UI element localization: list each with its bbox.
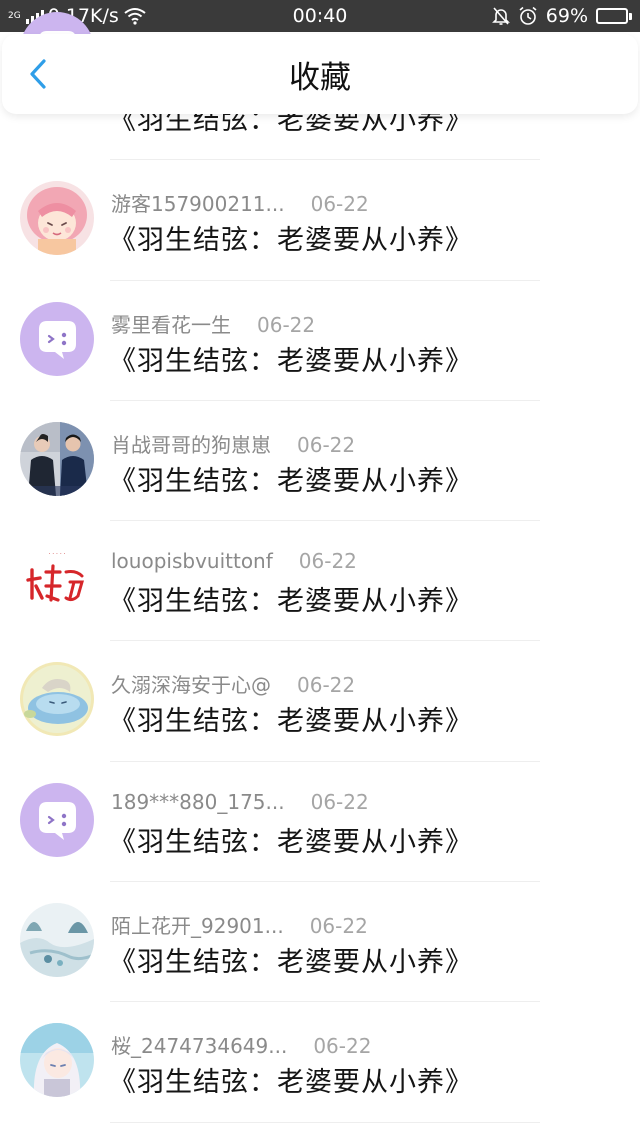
- nav-header: 收藏: [2, 34, 638, 114]
- clock: 00:40: [292, 5, 348, 27]
- username[interactable]: 陌上花开_92901...: [111, 910, 284, 939]
- date: 06-22: [310, 789, 369, 814]
- date: 06-22: [313, 1034, 372, 1059]
- list-item[interactable]: 189***880_175... 06-22 《羽生结弦：老婆要从小养》: [0, 762, 640, 883]
- list-item[interactable]: 肖战哥哥的狗崽崽 06-22 《羽生结弦：老婆要从小养》: [0, 401, 640, 522]
- work-title[interactable]: 《羽生结弦：老婆要从小养》: [109, 1060, 473, 1099]
- list-item[interactable]: · · · · · louopisbvuittonf 06-22 《羽生结弦：老婆要…: [0, 521, 640, 642]
- page-title: 收藏: [289, 59, 351, 96]
- list-item[interactable]: 久溺深海安于心@ 06-22 《羽生结弦：老婆要从小养》: [0, 641, 640, 762]
- work-title[interactable]: 《羽生结弦：老婆要从小养》: [109, 579, 473, 618]
- avatar[interactable]: [20, 301, 94, 376]
- work-title[interactable]: 《羽生结弦：老婆要从小养》: [109, 459, 473, 498]
- avatar[interactable]: [20, 181, 94, 256]
- favorites-list: 《羽生结弦：老婆要从小养》 游客157900211... 06-22 《羽生结弦：老…: [0, 12, 640, 1123]
- avatar[interactable]: [20, 662, 94, 737]
- username[interactable]: 久溺深海安于心@: [111, 669, 271, 698]
- svg-text:· · · · ·: · · · · ·: [48, 551, 65, 558]
- status-bar: 2G 0.17K/s 00:40 69%: [0, 0, 640, 32]
- date: 06-22: [309, 914, 368, 939]
- avatar[interactable]: [20, 1023, 94, 1098]
- username[interactable]: 雾里看花一生: [111, 309, 231, 338]
- list-item[interactable]: 桜_2474734649... 06-22 《羽生结弦：老婆要从小养》: [0, 1002, 640, 1123]
- username[interactable]: 189***880_175...: [111, 790, 285, 814]
- avatar[interactable]: [20, 782, 94, 857]
- avatar[interactable]: [20, 903, 94, 978]
- divider: [110, 1121, 540, 1123]
- battery-icon: [596, 8, 632, 24]
- work-title[interactable]: 《羽生结弦：老婆要从小养》: [109, 820, 473, 859]
- username[interactable]: louopisbvuittonf: [111, 549, 273, 573]
- date: 06-22: [297, 673, 356, 698]
- date: 06-22: [257, 312, 316, 337]
- work-title[interactable]: 《羽生结弦：老婆要从小养》: [109, 940, 473, 979]
- list-item[interactable]: 雾里看花一生 06-22 《羽生结弦：老婆要从小养》: [0, 281, 640, 401]
- avatar[interactable]: [20, 421, 94, 496]
- mute-icon: [491, 7, 510, 25]
- list-item[interactable]: 陌上花开_92901... 06-22 《羽生结弦：老婆要从小养》: [0, 882, 640, 1003]
- username[interactable]: 肖战哥哥的狗崽崽: [111, 429, 271, 458]
- alarm-icon: [519, 6, 537, 25]
- date: 06-22: [310, 192, 369, 217]
- work-title[interactable]: 《羽生结弦：老婆要从小养》: [109, 218, 473, 257]
- work-title[interactable]: 《羽生结弦：老婆要从小养》: [109, 699, 473, 738]
- username[interactable]: 游客157900211...: [111, 188, 285, 217]
- favorites-page: 2G 0.17K/s 00:40 69% 《羽生结弦：老婆要从小养》 游客157…: [0, 0, 640, 1138]
- date: 06-22: [297, 432, 356, 457]
- battery-percent: 69%: [545, 5, 588, 27]
- list-item[interactable]: 游客157900211... 06-22 《羽生结弦：老婆要从小养》: [0, 160, 640, 281]
- avatar[interactable]: · · · · ·: [20, 542, 94, 617]
- work-title[interactable]: 《羽生结弦：老婆要从小养》: [109, 339, 473, 378]
- username[interactable]: 桜_2474734649...: [111, 1030, 287, 1059]
- date: 06-22: [298, 549, 357, 574]
